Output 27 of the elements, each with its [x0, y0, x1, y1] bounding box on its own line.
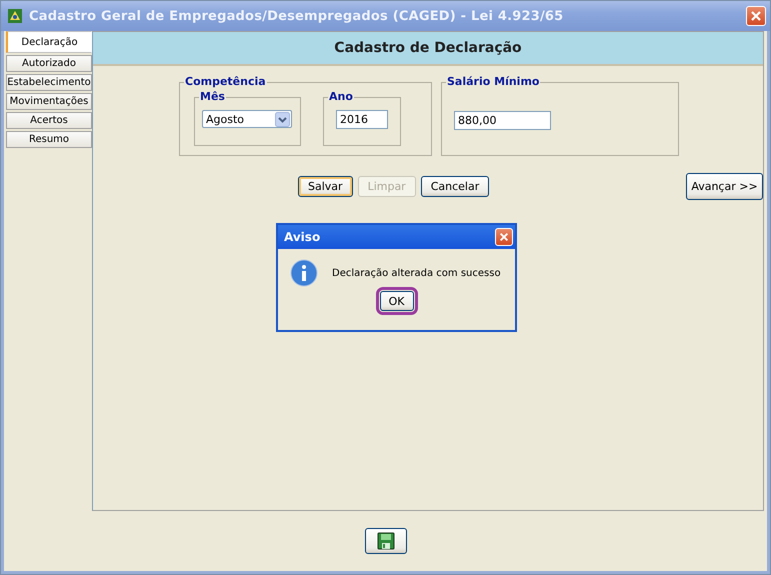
- info-icon: [290, 259, 318, 287]
- salary-field[interactable]: 880,00: [454, 111, 551, 130]
- side-tab[interactable]: Movimentações: [6, 93, 92, 110]
- group-legend: Salário Mínimo: [446, 75, 540, 88]
- side-tab[interactable]: Resumo: [6, 131, 92, 148]
- dialog-title: Aviso: [284, 230, 320, 244]
- side-tab[interactable]: Estabelecimento: [6, 74, 92, 91]
- action-button[interactable]: Cancelar: [420, 176, 490, 197]
- side-tab[interactable]: Acertos: [6, 112, 92, 129]
- window-title: Cadastro Geral de Empregados/Desempregados (CAGED) - Lei 4.923/65: [29, 8, 564, 24]
- advance-button[interactable]: Avançar >>: [686, 173, 763, 200]
- close-button[interactable]: [495, 228, 513, 246]
- close-icon: [499, 232, 509, 242]
- group-legend: Ano: [328, 90, 354, 103]
- action-button[interactable]: Salvar: [298, 176, 353, 197]
- app-icon: [7, 8, 23, 24]
- side-tab[interactable]: Autorizado: [6, 55, 92, 72]
- save-button[interactable]: [364, 528, 406, 554]
- year-field[interactable]: 2016: [336, 110, 388, 129]
- side-tab[interactable]: Declaração: [6, 31, 92, 53]
- close-icon: [750, 10, 762, 22]
- panel-title: Cadastro de Declaração: [334, 40, 522, 56]
- group-legend: Competência: [184, 75, 267, 88]
- close-button[interactable]: [746, 6, 766, 26]
- dialog-message: Declaração alterada com sucesso: [332, 268, 501, 278]
- month-dropdown[interactable]: Agosto: [202, 110, 292, 128]
- group-legend: Mês: [199, 90, 226, 103]
